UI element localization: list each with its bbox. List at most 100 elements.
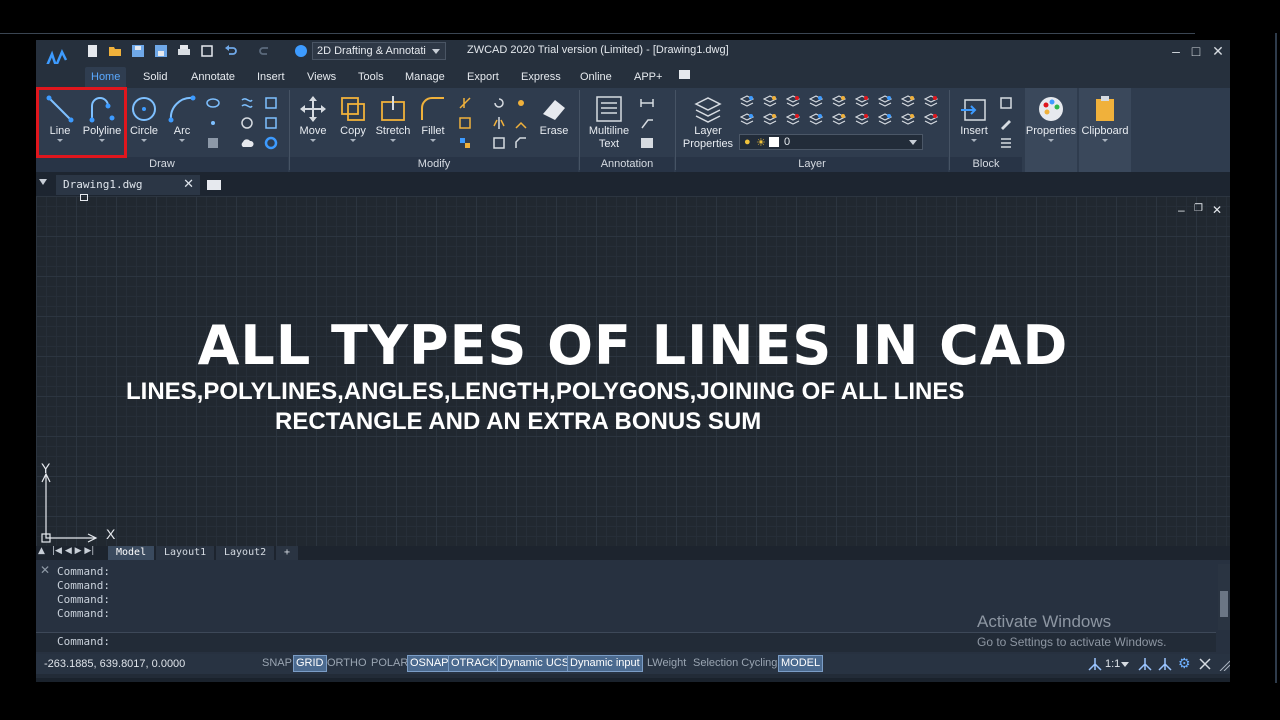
new-file-icon[interactable] <box>86 44 100 58</box>
layer-tool-icon[interactable] <box>832 94 846 108</box>
workspace-select[interactable]: 2D Drafting & Annotati <box>312 42 446 60</box>
annotation-panel-title[interactable]: Annotation <box>580 157 674 172</box>
copy-button[interactable]: Copy <box>337 94 369 142</box>
array-icon[interactable] <box>458 136 472 150</box>
status-toggle-selection-cycling[interactable]: Selection Cycling <box>691 655 779 672</box>
donut-icon[interactable] <box>264 136 278 150</box>
leader-icon[interactable] <box>640 116 654 130</box>
boundary-icon[interactable] <box>264 116 278 130</box>
command-scrollbar[interactable] <box>1218 564 1230 630</box>
minimize-ribbon-icon[interactable] <box>679 70 690 79</box>
layer-tool-icon[interactable] <box>809 112 823 126</box>
save-as-icon[interactable] <box>154 44 168 58</box>
join-icon[interactable] <box>514 116 528 130</box>
point-icon[interactable] <box>206 116 220 130</box>
mirror-icon[interactable] <box>492 116 506 130</box>
annotation-scale-value[interactable]: 1:1 <box>1105 658 1120 670</box>
tab-app-plus[interactable]: APP+ <box>628 67 668 88</box>
spline-icon[interactable] <box>240 96 254 110</box>
block-panel-title[interactable]: Block <box>950 157 1022 172</box>
layer-properties-button[interactable]: Layer Properties <box>682 94 734 150</box>
tab-solid[interactable]: Solid <box>137 67 173 88</box>
cloud-icon[interactable] <box>240 136 254 150</box>
layout-nav-arrows-icon[interactable]: |◀ ◀ ▶ ▶| <box>52 546 94 556</box>
resize-grip-icon[interactable] <box>1218 659 1230 671</box>
status-toggle-dynamic-input[interactable]: Dynamic input <box>567 655 643 672</box>
properties-button[interactable]: Properties <box>1025 88 1077 172</box>
status-toggle-model[interactable]: MODEL <box>778 655 824 672</box>
redo-icon[interactable] <box>258 44 272 58</box>
layer-tool-icon[interactable] <box>878 94 892 108</box>
tab-views[interactable]: Views <box>301 67 342 88</box>
layer-tool-icon[interactable] <box>763 94 777 108</box>
document-tab[interactable]: Drawing1.dwg ✕ <box>56 175 200 195</box>
tab-annotate[interactable]: Annotate <box>185 67 241 88</box>
new-tab-icon[interactable] <box>207 178 221 190</box>
tab-manage[interactable]: Manage <box>399 67 451 88</box>
status-toggle-snap[interactable]: SNAP <box>260 655 294 672</box>
tab-tools[interactable]: Tools <box>352 67 390 88</box>
layer-panel-title[interactable]: Layer <box>676 157 948 172</box>
clipboard-button[interactable]: Clipboard <box>1079 88 1131 172</box>
revcloud-icon[interactable] <box>240 116 254 130</box>
layer-tool-icon[interactable] <box>878 112 892 126</box>
help-icon[interactable] <box>294 44 308 58</box>
tab-online[interactable]: Online <box>574 67 618 88</box>
region-icon[interactable] <box>264 96 278 110</box>
attribute-icon[interactable] <box>999 136 1013 150</box>
status-toggle-lweight[interactable]: LWeight <box>645 655 688 672</box>
stretch-button[interactable]: Stretch <box>375 94 411 142</box>
workspace-settings-gear-icon[interactable]: ⚙ <box>1178 655 1191 672</box>
chevron-down-icon[interactable] <box>1121 662 1129 667</box>
save-icon[interactable] <box>131 44 145 58</box>
layer-tool-icon[interactable] <box>809 94 823 108</box>
create-block-icon[interactable] <box>999 96 1013 110</box>
layer-tool-icon[interactable] <box>901 94 915 108</box>
layer-tool-icon[interactable] <box>740 112 754 126</box>
edit-block-icon[interactable] <box>999 116 1013 130</box>
maximize-button[interactable]: □ <box>1188 43 1204 59</box>
circle-button[interactable]: Circle <box>128 94 160 142</box>
close-tab-icon[interactable]: ✕ <box>183 177 194 192</box>
open-folder-icon[interactable] <box>108 44 122 58</box>
chamfer-icon[interactable] <box>514 136 528 150</box>
clean-screen-icon[interactable] <box>1198 657 1212 671</box>
layer-tool-icon[interactable] <box>901 112 915 126</box>
undo-icon[interactable] <box>224 44 238 58</box>
annotation-scale-icon[interactable] <box>1088 657 1102 671</box>
add-layout-tab[interactable]: + <box>276 546 299 560</box>
trim-icon[interactable] <box>458 96 472 110</box>
ellipse-icon[interactable] <box>206 96 220 110</box>
arc-button[interactable]: Arc <box>166 94 198 142</box>
scroll-first-icon[interactable]: ▲ <box>38 546 45 556</box>
zoom-extents-icon[interactable] <box>200 44 214 58</box>
tab-layout2[interactable]: Layout2 <box>216 546 275 560</box>
tab-layout1[interactable]: Layout1 <box>156 546 215 560</box>
explode-icon[interactable] <box>514 96 528 110</box>
layer-tool-icon[interactable] <box>763 112 777 126</box>
status-toggle-ortho[interactable]: ORTHO <box>325 655 369 672</box>
close-command-icon[interactable]: ✕ <box>40 563 50 577</box>
layer-tool-icon[interactable] <box>786 94 800 108</box>
drawing-canvas[interactable]: – ❐ ✕ ALL TYPES OF LINES IN CAD LINES,PO… <box>36 194 1230 546</box>
layer-dropdown[interactable]: ● ☀ 0 <box>739 134 923 150</box>
layer-tool-icon[interactable] <box>786 112 800 126</box>
auto-scale-icon[interactable] <box>1158 657 1172 671</box>
scale-icon[interactable] <box>492 136 506 150</box>
minimize-button[interactable]: – <box>1168 43 1184 59</box>
layer-tool-icon[interactable] <box>924 112 938 126</box>
multiline-text-button[interactable]: Multiline Text <box>586 94 632 150</box>
linear-dimension-icon[interactable] <box>640 96 654 110</box>
status-toggle-grid[interactable]: GRID <box>293 655 327 672</box>
viewport-close-icon[interactable]: ✕ <box>1212 203 1222 217</box>
layer-tool-icon[interactable] <box>740 94 754 108</box>
status-toggle-dynamic-ucs[interactable]: Dynamic UCS <box>497 655 573 672</box>
tab-insert[interactable]: Insert <box>251 67 291 88</box>
layer-tool-icon[interactable] <box>855 112 869 126</box>
close-button[interactable]: ✕ <box>1210 43 1226 59</box>
scrollbar-thumb[interactable] <box>1220 591 1228 617</box>
modify-panel-title[interactable]: Modify <box>290 157 578 172</box>
draw-panel-title[interactable]: Draw <box>36 157 288 172</box>
layer-tool-icon[interactable] <box>855 94 869 108</box>
hatch-icon[interactable] <box>206 136 220 150</box>
